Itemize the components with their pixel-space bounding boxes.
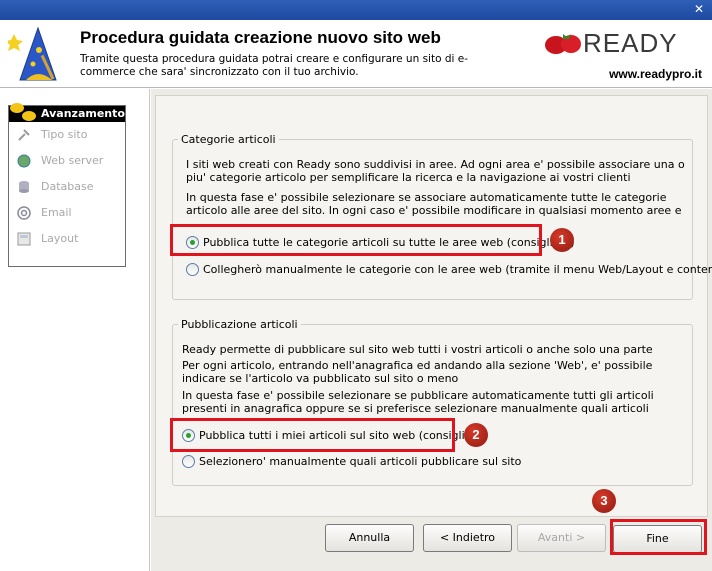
step-label: Layout: [41, 232, 79, 245]
footprints-icon: [10, 103, 36, 121]
step-layout: Layout: [9, 226, 125, 252]
close-icon[interactable]: ✕: [692, 2, 706, 16]
progress-sidebar: Avanzamento Tipo sito Web server Databas…: [0, 89, 150, 571]
annotation-badge-3: 3: [592, 489, 616, 513]
steps-heading-label: Avanzamento: [41, 107, 125, 120]
highlight-box-1: [170, 224, 542, 256]
next-button[interactable]: Avanti >: [517, 524, 606, 552]
strawberry-icon: [545, 34, 581, 54]
publishing-text-1: Ready permette di pubblicare sul sito we…: [182, 343, 653, 356]
database-icon: [19, 181, 29, 193]
step-label: Database: [41, 180, 94, 193]
highlight-box-2: [170, 418, 455, 452]
window-titlebar: ✕: [0, 0, 712, 20]
radio-unselected-icon[interactable]: [186, 263, 199, 276]
publishing-text-2: Per ogni articolo, entrando nell'anagraf…: [182, 359, 653, 385]
wizard-header: Procedura guidata creazione nuovo sito w…: [0, 20, 712, 88]
publishing-option-manual-label: Selezionero' manualmente quali articoli …: [199, 455, 522, 468]
categories-option-manual-label: Collegherò manualmente le categorie con …: [203, 263, 712, 276]
brand-url: www.readypro.it: [609, 67, 702, 81]
highlight-box-3: [610, 519, 707, 555]
page-title: Procedura guidata creazione nuovo sito w…: [80, 28, 441, 47]
step-email: Email: [9, 200, 125, 226]
ready-logo: READY: [543, 28, 703, 58]
categories-text-1: I siti web creati con Ready sono suddivi…: [186, 158, 685, 184]
step-label: Email: [41, 206, 72, 219]
annotation-badge-2: 2: [464, 423, 488, 447]
step-web-server: Web server: [9, 148, 125, 174]
header-description: Tramite questa procedura guidata potrai …: [80, 53, 469, 78]
layout-icon: [17, 232, 31, 246]
radio-unselected-icon[interactable]: [182, 455, 195, 468]
step-tipo-sito: Tipo sito: [9, 122, 125, 148]
step-database: Database: [9, 174, 125, 200]
publishing-text-3: In questa fase e' possibile selezionare …: [182, 389, 654, 415]
publishing-option-manual[interactable]: Selezionero' manualmente quali articoli …: [182, 454, 521, 470]
tool-icon: [18, 129, 30, 141]
at-icon: [17, 206, 31, 220]
steps-box: Avanzamento Tipo sito Web server Databas…: [8, 103, 126, 267]
content-panel: Categorie articoli I siti web creati con…: [155, 95, 712, 517]
step-label: Tipo sito: [41, 128, 88, 141]
globe-icon: [17, 154, 31, 168]
categories-option-manual[interactable]: Collegherò manualmente le categorie con …: [186, 262, 712, 278]
brand-name: READY: [583, 28, 678, 58]
annotation-badge-1: 1: [550, 228, 574, 252]
categories-text-2: In questa fase e' possibile selezionare …: [186, 191, 682, 217]
cancel-button[interactable]: Annulla: [325, 524, 414, 552]
publishing-legend: Pubblicazione articoli: [181, 318, 298, 331]
step-label: Web server: [41, 154, 104, 167]
wizard-main: Categorie articoli I siti web creati con…: [151, 89, 712, 571]
categories-legend: Categorie articoli: [181, 133, 276, 146]
back-button[interactable]: < Indietro: [423, 524, 512, 552]
wizard-hat-icon: [8, 26, 57, 81]
steps-heading: Avanzamento: [9, 103, 125, 122]
